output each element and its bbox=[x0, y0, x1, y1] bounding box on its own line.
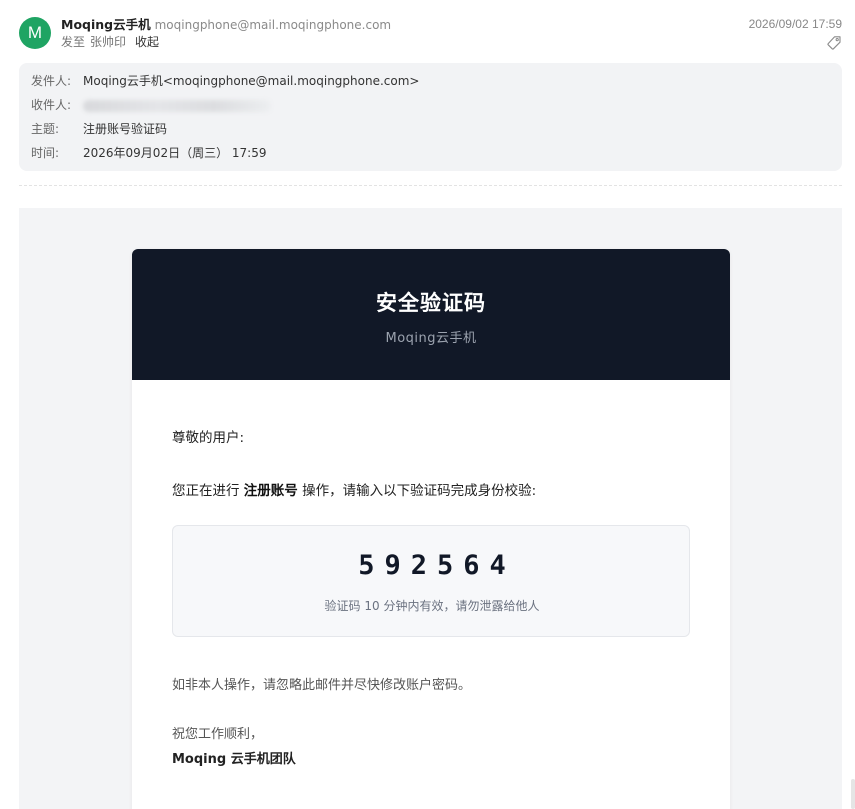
to-label: 收件人: bbox=[31, 98, 72, 112]
scrollbar-thumb[interactable] bbox=[851, 779, 855, 809]
closing-text: 祝您工作顺利， bbox=[172, 727, 264, 742]
greeting-text: 尊敬的用户: bbox=[172, 430, 245, 446]
recipient-name[interactable]: 张帅印 bbox=[90, 35, 126, 49]
collapse-details-button[interactable]: 收起 bbox=[135, 35, 159, 49]
detail-row-to: 收件人: bbox=[31, 98, 331, 114]
subject-label: 主题: bbox=[31, 122, 60, 136]
tag-icon[interactable] bbox=[826, 35, 842, 51]
signature: Moqing 云手机团队 bbox=[172, 752, 296, 767]
to-prefix: 发至 bbox=[61, 35, 86, 49]
intro-action: 注册账号 bbox=[243, 483, 298, 499]
email-header: M Moqing云手机 moqingphone@mail.moqingphone.… bbox=[0, 0, 855, 60]
header-divider bbox=[19, 185, 842, 186]
recipient-redacted bbox=[83, 100, 271, 112]
intro-text: 您正在进行 注册账号 操作，请输入以下验证码完成身份校验: bbox=[172, 479, 536, 499]
time-value: 2026年09月02日（周三） 17:59 bbox=[83, 146, 267, 160]
from-label: 发件人: bbox=[31, 74, 72, 88]
intro-before: 您正在进行 bbox=[172, 483, 244, 499]
time-label: 时间: bbox=[31, 146, 60, 160]
sender-avatar[interactable]: M bbox=[19, 17, 51, 49]
code-validity-note: 验证码 10 分钟内有效，请勿泄露给他人 bbox=[324, 599, 540, 613]
email-details-panel: 发件人: Moqing云手机<moqingphone@mail.moqingph… bbox=[19, 63, 842, 171]
subject-value: 注册账号验证码 bbox=[83, 122, 168, 136]
verification-code[interactable]: 592564 bbox=[173, 550, 691, 581]
sender-line: Moqing云手机 moqingphone@mail.moqingphone.co… bbox=[61, 17, 391, 33]
email-banner: 安全验证码 Moqing云手机 bbox=[132, 249, 730, 380]
from-value[interactable]: Moqing云手机<moqingphone@mail.moqingphone.c… bbox=[83, 74, 419, 89]
sender-name[interactable]: Moqing云手机 bbox=[61, 17, 151, 32]
banner-subtitle: Moqing云手机 bbox=[385, 331, 477, 346]
sender-email[interactable]: moqingphone@mail.moqingphone.com bbox=[155, 18, 391, 32]
security-warning: 如非本人操作，请忽略此邮件并尽快修改账户密码。 bbox=[172, 678, 472, 693]
banner-title: 安全验证码 bbox=[376, 291, 486, 315]
email-datetime: 2026/09/02 17:59 bbox=[748, 17, 842, 31]
intro-after: 操作，请输入以下验证码完成身份校验: bbox=[297, 483, 537, 499]
recipient-line: 发至 张帅印 收起 bbox=[61, 35, 159, 50]
email-card: 安全验证码 Moqing云手机 尊敬的用户: 您正在进行 注册账号 操作，请输入… bbox=[132, 249, 730, 809]
verification-code-box: 592564 验证码 10 分钟内有效，请勿泄露给他人 bbox=[172, 525, 690, 637]
